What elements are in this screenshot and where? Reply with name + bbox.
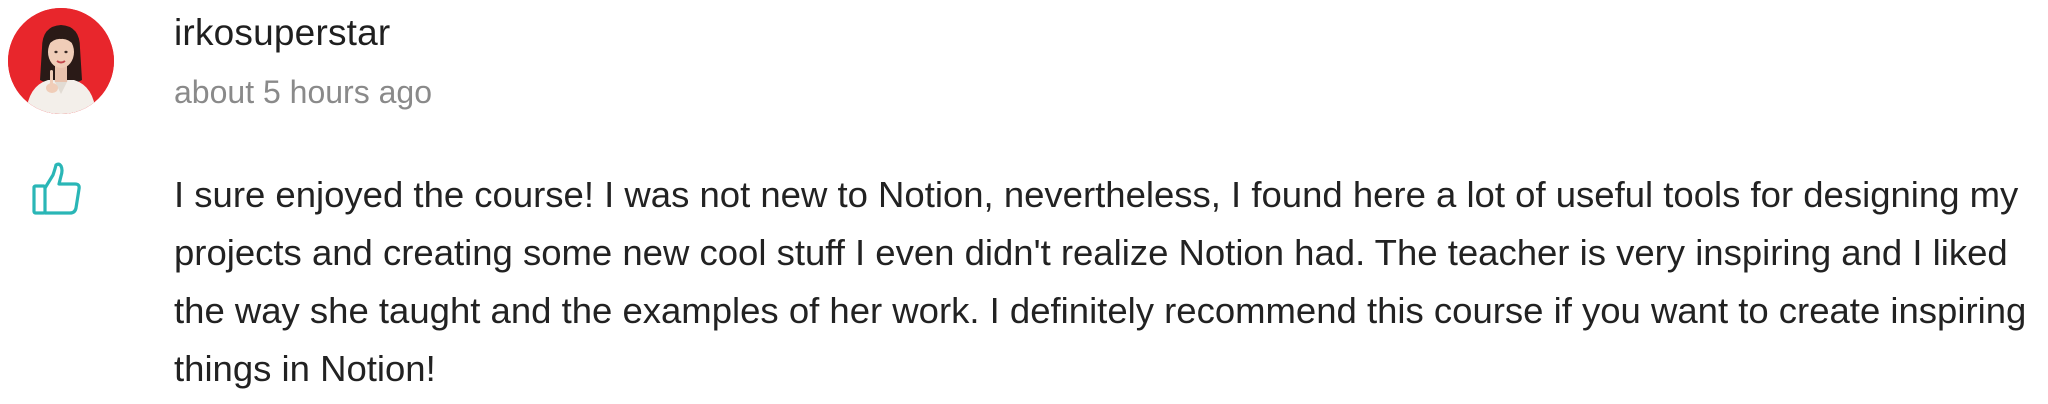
user-avatar-image: [8, 8, 114, 114]
thumbs-up-icon[interactable]: [28, 160, 86, 218]
review-card: irkosuperstar about 5 hours ago I sure e…: [0, 0, 2048, 404]
review-text: I sure enjoyed the course! I was not new…: [174, 174, 2027, 389]
review-author[interactable]: irkosuperstar: [174, 12, 390, 54]
review-timestamp: about 5 hours ago: [174, 74, 432, 110]
avatar[interactable]: [8, 8, 114, 114]
